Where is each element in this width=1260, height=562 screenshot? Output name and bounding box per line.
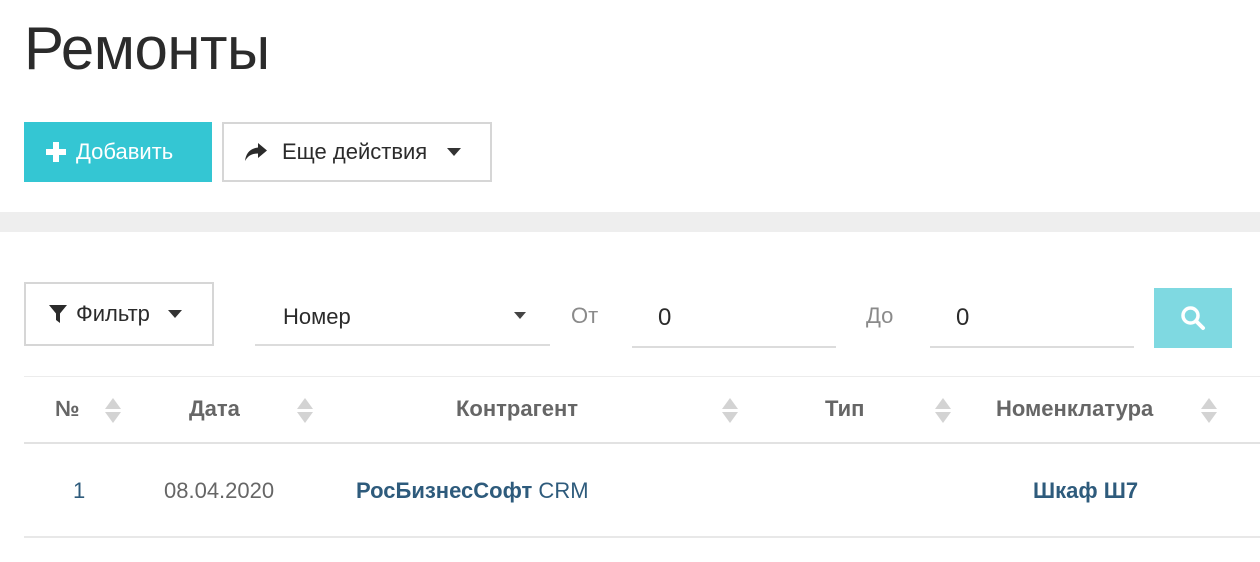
sort-icon[interactable] [297,396,313,426]
sort-icon[interactable] [1201,396,1217,426]
column-header-number[interactable]: № [55,396,80,422]
row-date: 08.04.2020 [164,478,275,503]
to-label: До [866,303,894,328]
add-button-label: Добавить [76,139,174,164]
page-title: Ремонты [24,15,270,82]
filter-button[interactable]: Фильтр [24,282,214,346]
sort-icon[interactable] [722,396,738,426]
plus-icon [46,142,66,162]
column-header-nomenclature[interactable]: Номенклатура [996,396,1153,422]
search-button[interactable] [1154,288,1232,348]
add-button[interactable]: Добавить [24,122,212,182]
column-header-counterparty[interactable]: Контрагент [456,396,578,422]
chevron-down-icon [167,310,182,318]
from-label: От [571,303,599,328]
counterparty-suffix: CRM [532,478,589,503]
chevron-down-icon [514,312,526,319]
filter-button-label: Фильтр [76,301,150,326]
sort-icon[interactable] [105,396,121,426]
row-counterparty-link[interactable]: РосБизнесСофт CRM [356,478,589,504]
table-top-border [24,376,1260,377]
row-nomenclature-link[interactable]: Шкаф Ш7 [1033,478,1138,504]
more-actions-button[interactable]: Еще действия [222,122,492,182]
row-number-link[interactable]: 1 [73,478,85,504]
chevron-down-icon [447,148,462,156]
share-arrow-icon [245,143,267,161]
table-header-divider [24,442,1260,444]
column-header-type[interactable]: Тип [825,396,864,422]
table-bottom-border [24,536,1260,538]
filter-field-value: Номер [283,304,351,329]
from-input[interactable] [632,290,836,348]
section-divider [0,212,1260,232]
counterparty-name: РосБизнесСофт [356,478,533,503]
to-input[interactable] [930,290,1134,348]
column-header-date[interactable]: Дата [189,396,240,422]
sort-icon[interactable] [935,396,951,426]
search-icon [1181,306,1205,330]
filter-icon [49,305,67,323]
filter-field-select[interactable]: Номер [255,290,550,346]
more-actions-label: Еще действия [282,139,428,164]
